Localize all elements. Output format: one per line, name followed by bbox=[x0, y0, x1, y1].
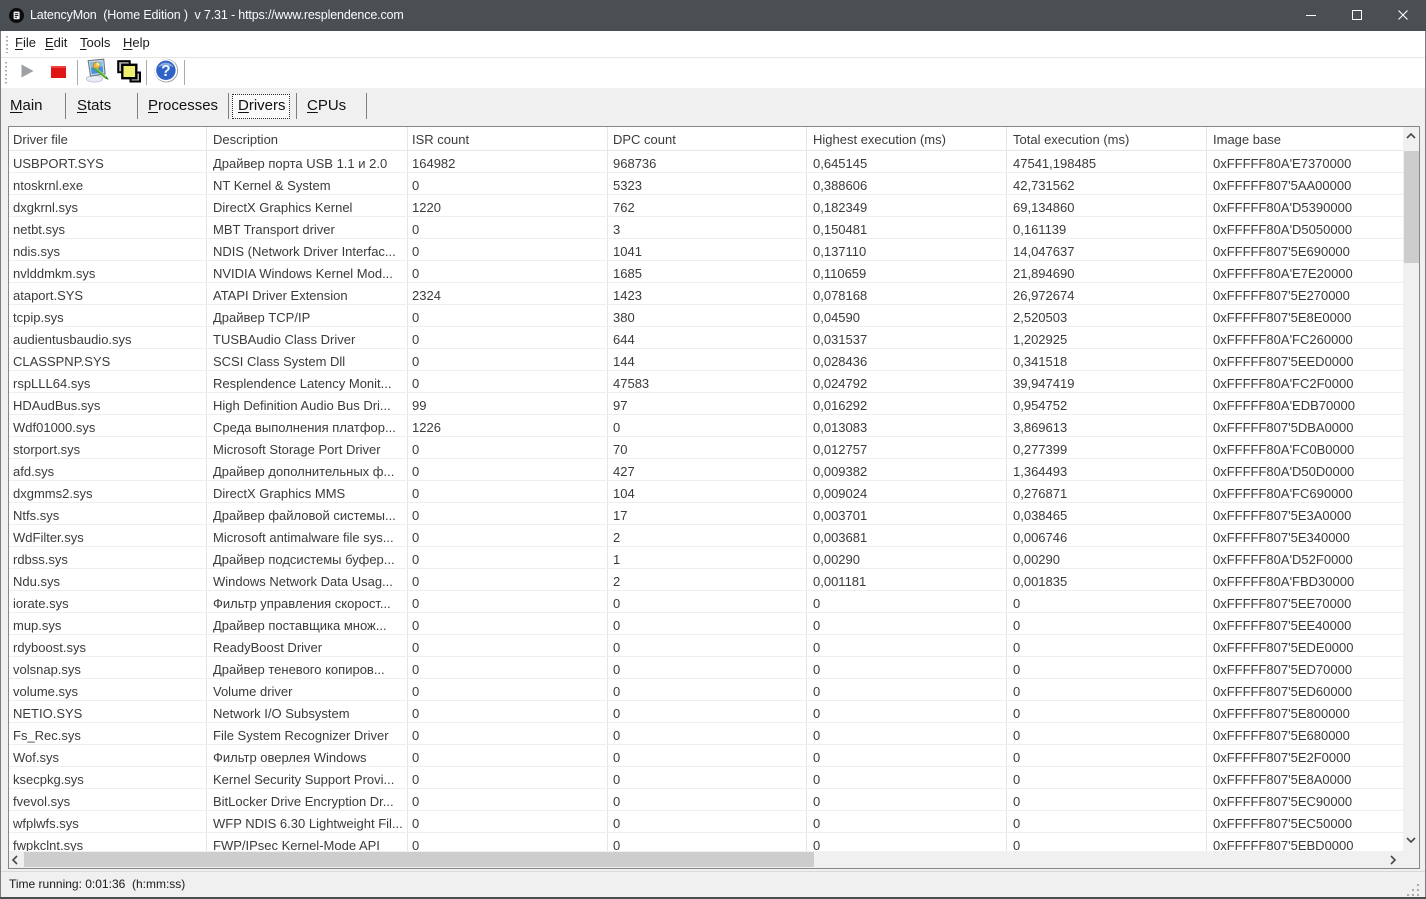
svg-text:?: ? bbox=[161, 63, 170, 80]
